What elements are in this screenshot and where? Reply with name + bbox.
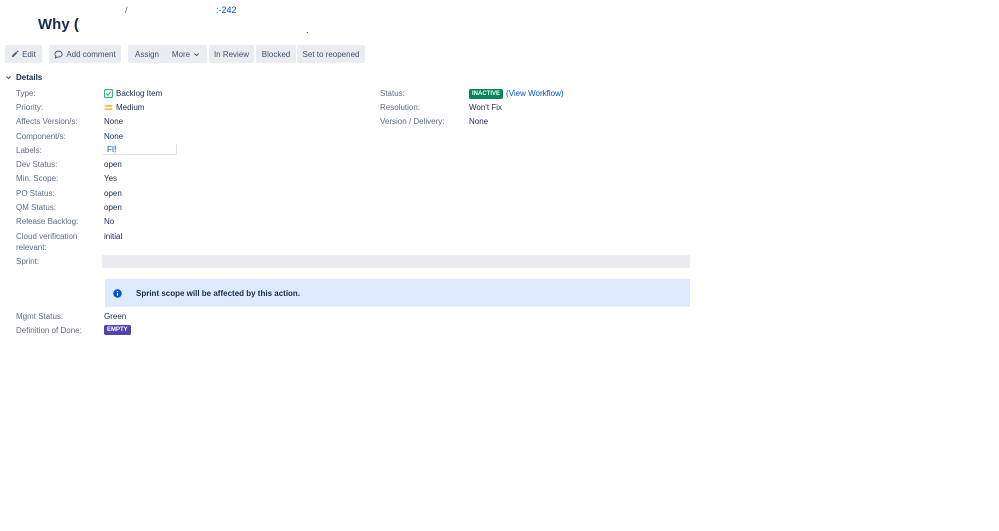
assign-label: Assign xyxy=(134,49,159,59)
details-toggle[interactable]: Details xyxy=(5,72,42,83)
labels-label: Labels: xyxy=(16,146,42,155)
definition-of-done-value: EMPTY xyxy=(104,325,131,335)
po-status-label: PO Status: xyxy=(16,189,55,198)
status-lozenge: INACTIVE xyxy=(469,88,504,99)
comment-icon xyxy=(54,50,63,59)
in-review-label: In Review xyxy=(213,49,250,59)
release-backlog-label: Release Backlog: xyxy=(16,217,79,226)
issue-title-tail: . xyxy=(306,25,309,35)
affects-version-label: Affects Version/s: xyxy=(16,117,78,126)
affects-version-value: None xyxy=(104,117,124,126)
set-to-reopened-label: Set to reopened xyxy=(302,49,360,59)
edit-button[interactable]: Edit xyxy=(5,45,42,63)
dev-status-value: open xyxy=(104,160,122,169)
version-delivery-value: None xyxy=(469,117,489,126)
components-label: Component/s: xyxy=(16,132,66,141)
blocked-label: Blocked xyxy=(261,49,291,59)
chevron-down-icon xyxy=(5,76,12,80)
sprint-field[interactable] xyxy=(102,255,690,268)
cloud-verification-label-line1: Cloud verification xyxy=(16,232,78,241)
release-backlog-value: No xyxy=(104,217,115,226)
sprint-scope-notice-text: Sprint scope will be affected by this ac… xyxy=(136,288,301,298)
qm-status-label: QM Status: xyxy=(16,203,57,212)
more-button[interactable]: More xyxy=(165,45,207,63)
chevron-down-icon xyxy=(194,52,200,56)
cloud-verification-value: initial xyxy=(104,232,123,241)
more-label: More xyxy=(171,49,191,59)
in-review-button[interactable]: In Review xyxy=(209,45,254,63)
details-heading: Details xyxy=(16,73,43,82)
priority-value: Medium xyxy=(104,102,144,113)
sprint-label: Sprint: xyxy=(16,257,40,266)
min-scope-label: Min. Scope: xyxy=(16,174,59,183)
qm-status-value: open xyxy=(104,203,122,212)
blocked-button[interactable]: Blocked xyxy=(256,45,296,63)
view-workflow-link[interactable]: View Workflow xyxy=(509,88,561,99)
priority-label: Priority: xyxy=(16,103,44,112)
empty-lozenge: EMPTY xyxy=(104,325,131,335)
components-value: None xyxy=(104,132,124,141)
info-icon xyxy=(113,288,122,298)
labels-input-cursor: ! xyxy=(114,145,117,154)
mgmt-status-value: Green xyxy=(104,312,127,321)
min-scope-value: Yes xyxy=(104,174,118,183)
breadcrumb-separator: / xyxy=(125,5,128,15)
dev-status-label: Dev Status: xyxy=(16,160,58,169)
issue-title: Why ( xyxy=(38,16,79,33)
type-value-text: Backlog Item xyxy=(116,89,163,98)
add-comment-label: Add comment xyxy=(66,49,116,59)
mgmt-status-label: Mgmt Status: xyxy=(16,312,64,321)
assign-button[interactable]: Assign xyxy=(128,45,166,63)
po-status-value: open xyxy=(104,189,122,198)
sprint-scope-notice: Sprint scope will be affected by this ac… xyxy=(105,279,690,307)
edit-button-label: Edit xyxy=(22,49,36,59)
view-workflow-close-paren: ) xyxy=(560,89,564,98)
resolution-value: Won't Fix xyxy=(469,103,502,112)
cloud-verification-label-line2: relevant: xyxy=(16,243,47,252)
version-delivery-label: Version / Delivery: xyxy=(380,117,445,126)
type-value: Backlog Item xyxy=(104,88,162,99)
backlog-item-checkbox-icon xyxy=(104,89,113,98)
type-label: Type: xyxy=(16,89,36,98)
status-value: INACTIVE (View Workflow) xyxy=(469,88,564,99)
status-label: Status: xyxy=(380,89,405,98)
priority-medium-icon xyxy=(104,105,113,110)
priority-value-text: Medium xyxy=(116,103,145,112)
add-comment-button[interactable]: Add comment xyxy=(49,45,121,63)
pencil-icon xyxy=(12,50,19,57)
set-to-reopened-button[interactable]: Set to reopened xyxy=(297,45,365,63)
definition-of-done-label: Definition of Done: xyxy=(16,326,82,335)
breadcrumb-issue-key[interactable]: :-242 xyxy=(216,5,237,15)
labels-input[interactable]: FI! xyxy=(103,144,177,155)
resolution-label: Resolution: xyxy=(380,103,421,112)
